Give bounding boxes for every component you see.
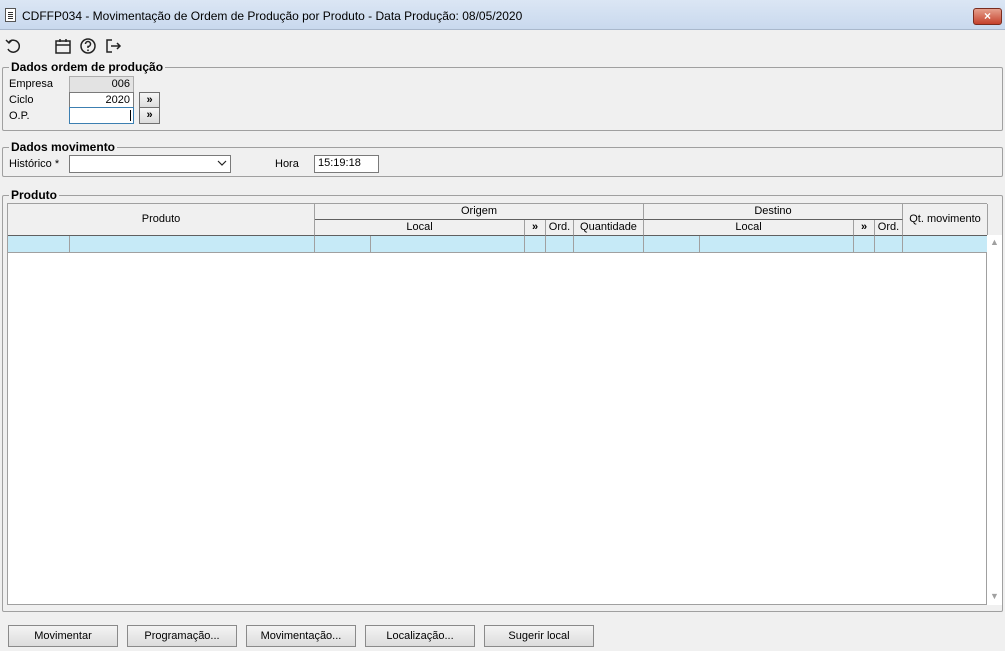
document-icon <box>5 8 16 22</box>
scroll-up-icon[interactable]: ▲ <box>990 237 999 247</box>
row-cell-destino-lookup[interactable] <box>854 236 875 253</box>
movimentacao-button[interactable]: Movimentação... <box>246 625 356 647</box>
historico-select[interactable] <box>69 155 231 173</box>
produto-grid[interactable]: Produto Origem Destino Qt. movimento Loc… <box>7 203 988 605</box>
localizacao-button[interactable]: Localização... <box>365 625 475 647</box>
undo-icon[interactable] <box>4 37 22 55</box>
exit-icon[interactable] <box>104 37 122 55</box>
header-origem-lookup[interactable]: » <box>525 220 546 236</box>
row-cell-destino-ord[interactable] <box>875 236 903 253</box>
op-lookup-button[interactable]: » <box>139 107 160 124</box>
header-destino[interactable]: Destino <box>644 204 903 220</box>
empresa-label: Empresa <box>9 78 54 90</box>
header-origem-local[interactable]: Local <box>315 220 525 236</box>
empresa-field: 006 <box>69 76 134 93</box>
produto-title: Produto <box>9 188 59 202</box>
title-bar: CDFFP034 - Movimentação de Ordem de Prod… <box>0 0 1005 30</box>
header-origem[interactable]: Origem <box>315 204 644 220</box>
help-icon[interactable] <box>79 37 97 55</box>
programacao-button[interactable]: Programação... <box>127 625 237 647</box>
row-cell-destino-local[interactable] <box>700 236 854 253</box>
header-origem-ord[interactable]: Ord. <box>546 220 574 236</box>
header-produto[interactable]: Produto <box>8 204 315 236</box>
grid-vertical-scrollbar[interactable]: ▲ ▼ <box>987 235 1002 605</box>
hora-field[interactable]: 15:19:18 <box>314 155 379 173</box>
header-destino-local[interactable]: Local <box>644 220 854 236</box>
sugerir-local-button[interactable]: Sugerir local <box>484 625 594 647</box>
row-cell-destino-codigo[interactable] <box>644 236 700 253</box>
row-cell-origem-ord[interactable] <box>546 236 574 253</box>
ciclo-label: Ciclo <box>9 94 34 106</box>
movimentar-button[interactable]: Movimentar <box>8 625 118 647</box>
historico-label: Histórico * <box>9 158 60 170</box>
row-cell-codigo[interactable] <box>8 236 70 253</box>
scroll-down-icon[interactable]: ▼ <box>990 591 999 601</box>
op-field[interactable] <box>69 107 134 124</box>
dados-movimento-title: Dados movimento <box>9 140 118 154</box>
op-label: O.P. <box>9 110 30 122</box>
row-cell-origem-local[interactable] <box>371 236 525 253</box>
row-cell-quantidade[interactable] <box>574 236 644 253</box>
row-cell-origem-lookup[interactable] <box>525 236 546 253</box>
dados-ordem-title: Dados ordem de produção <box>9 60 166 74</box>
header-quantidade[interactable]: Quantidade <box>574 220 644 236</box>
row-cell-origem-codigo[interactable] <box>315 236 371 253</box>
close-button[interactable]: × <box>973 8 1002 25</box>
window-title: CDFFP034 - Movimentação de Ordem de Prod… <box>22 9 523 23</box>
header-qt-movimento[interactable]: Qt. movimento <box>903 204 988 236</box>
row-cell-produto[interactable] <box>70 236 315 253</box>
hora-label: Hora <box>275 158 299 170</box>
calendar-icon[interactable] <box>54 37 72 55</box>
text-caret <box>130 110 131 121</box>
chevron-down-icon <box>217 160 227 166</box>
header-destino-lookup[interactable]: » <box>854 220 875 236</box>
row-cell-qt-movimento[interactable] <box>903 236 988 253</box>
header-destino-ord[interactable]: Ord. <box>875 220 903 236</box>
